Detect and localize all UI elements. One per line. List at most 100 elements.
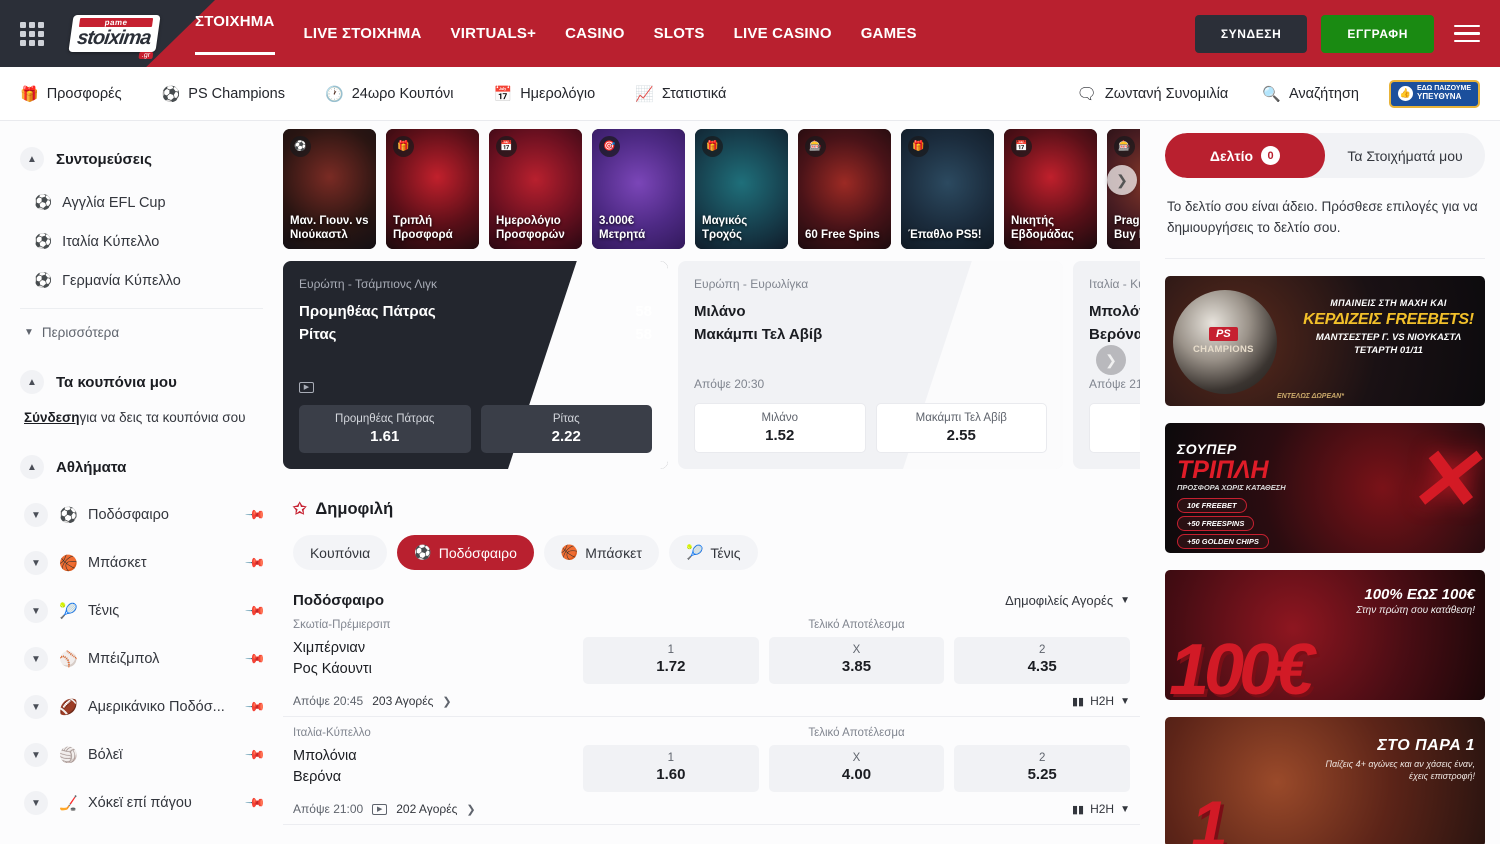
match-card-0[interactable]: Ευρώπη - Τσάμπιονς ΛιγκΠρομηθέας Πάτρας5…: [283, 261, 668, 469]
sports-section-header[interactable]: ▲ Αθλήματα: [20, 455, 263, 479]
sport-item-5[interactable]: ▼🏐Βόλεϊ📌: [20, 731, 263, 779]
search-button[interactable]: 🔍 Αναζήτηση: [1262, 85, 1359, 103]
promo-badge-icon: 📅: [1011, 136, 1032, 157]
subnav-icon: ⚽: [162, 85, 181, 103]
chevron-down-icon[interactable]: ▼: [24, 695, 48, 719]
pin-icon[interactable]: 📌: [244, 504, 267, 527]
odd-value: 4.35: [958, 658, 1126, 675]
promo-card-7[interactable]: 📅Νικητής Εβδομάδας: [1004, 129, 1097, 249]
nav-item-3[interactable]: CASINO: [565, 25, 625, 42]
bet-row[interactable]: Ιταλία-ΚύπελλοΜπολόνιαΒερόναΤελικό Αποτέ…: [283, 717, 1140, 825]
sport-item-0[interactable]: ▼⚽Ποδόσφαιρο📌: [20, 491, 263, 539]
sports-list: ▼⚽Ποδόσφαιρο📌▼🏀Μπάσκετ📌▼🎾Τένις📌▼⚾Μπέιζμπ…: [20, 491, 263, 827]
promo-card-2[interactable]: 📅Ημερολόγιο Προσφορών: [489, 129, 582, 249]
promo-card-6[interactable]: 🎁Έπαθλο PS5!: [901, 129, 994, 249]
match-card-1[interactable]: Ευρώπη - ΕυρωλίγκαΜιλάνοΜακάμπι Τελ Αβίβ…: [678, 261, 1063, 469]
sport-item-1[interactable]: ▼🏀Μπάσκετ📌: [20, 539, 263, 587]
pin-icon[interactable]: 📌: [244, 744, 267, 767]
sport-item-4[interactable]: ▼🏈Αμερικάνικο Ποδόσ...📌: [20, 683, 263, 731]
shortcuts-more-button[interactable]: ▼ Περισσότερα: [20, 317, 263, 348]
chevron-down-icon[interactable]: ▼: [24, 791, 48, 815]
row-markets-link[interactable]: Απόψε 20:45203 Αγορές❯: [293, 694, 452, 708]
tv-stream-icon[interactable]: ▶: [299, 382, 314, 393]
subnav-item-0[interactable]: 🎁Προσφορές: [20, 85, 122, 103]
subnav-item-2[interactable]: 🕐24ωρο Κουπόνι: [325, 85, 454, 103]
sport-item-3[interactable]: ▼⚾Μπέιζμπολ📌: [20, 635, 263, 683]
chevron-down-icon[interactable]: ▼: [24, 647, 48, 671]
odd-cell[interactable]: X3.85: [769, 637, 945, 684]
site-logo[interactable]: pame stoixima .gr: [62, 10, 167, 58]
match-odd-button[interactable]: Μακάμπι Τελ Αβίβ2.55: [876, 403, 1048, 453]
bet-row[interactable]: Σκωτία-ΠρέμιερσιπΧιμπέρνιανΡος ΚάουντιΤε…: [283, 609, 1140, 717]
tv-stream-icon[interactable]: ▶: [372, 804, 387, 815]
login-button[interactable]: ΣΥΝΔΕΣΗ: [1195, 15, 1308, 53]
popular-tab-0[interactable]: Κουπόνια: [293, 535, 387, 570]
pin-icon[interactable]: 📌: [244, 696, 267, 719]
promo-badge-icon: 🎁: [908, 136, 929, 157]
nav-item-0[interactable]: ΣΤΟΙΧΗΜΑ: [195, 13, 275, 55]
popular-tab-3[interactable]: 🎾Τένις: [669, 535, 758, 570]
shortcut-item-0[interactable]: ⚽Αγγλία EFL Cup: [20, 183, 263, 222]
chevron-down-icon[interactable]: ▼: [24, 551, 48, 575]
chevron-down-icon[interactable]: ▼: [24, 743, 48, 767]
match-next-button[interactable]: ❯: [1096, 345, 1126, 375]
nav-item-2[interactable]: VIRTUALS+: [451, 25, 537, 42]
pin-icon[interactable]: 📌: [244, 600, 267, 623]
promo-card-0[interactable]: ⚽Μαν. Γιουν. vs Νιούκαστλ: [283, 129, 376, 249]
nav-item-1[interactable]: LIVE ΣΤΟΙΧΗΜΑ: [304, 25, 422, 42]
hamburger-menu-icon[interactable]: [1454, 20, 1480, 48]
odd-cell[interactable]: X4.00: [769, 745, 945, 792]
row-h2h-button[interactable]: ▮▮H2H▼: [1072, 802, 1130, 816]
chevron-down-icon[interactable]: ▼: [24, 599, 48, 623]
row-markets-link[interactable]: Απόψε 21:00▶202 Αγορές❯: [293, 802, 476, 816]
promo-card-3[interactable]: 🎯3.000€ Μετρητά: [592, 129, 685, 249]
odd-cell[interactable]: 11.72: [583, 637, 759, 684]
ad-banner-0[interactable]: PSCHAMPIONSΜΠΑΙΝΕΙΣ ΣΤΗ ΜΑΧΗ ΚΑΙΚΕΡΔΙΖΕΙ…: [1165, 276, 1485, 406]
promo-card-1[interactable]: 🎁Τριπλή Προσφορά: [386, 129, 479, 249]
my-coupons-title: Τα κουπόνια μου: [56, 374, 177, 391]
match-odd-button[interactable]: Μιλάνο1.52: [694, 403, 866, 453]
popular-tab-1[interactable]: ⚽Ποδόσφαιρο: [397, 535, 534, 570]
live-chat-button[interactable]: 🗨 Ζωντανή Συνομιλία: [1077, 84, 1229, 104]
pin-icon[interactable]: 📌: [244, 792, 267, 815]
match-odd-button[interactable]: Προμηθέας Πάτρας1.61: [299, 405, 471, 453]
tab-mybets[interactable]: Τα Στοιχήματά μου: [1325, 133, 1485, 178]
odd-cell[interactable]: 11.60: [583, 745, 759, 792]
match-odd-button[interactable]: Ρίτας2.22: [481, 405, 653, 453]
shortcut-item-1[interactable]: ⚽Ιταλία Κύπελλο: [20, 222, 263, 261]
tab-betslip[interactable]: Δελτίο 0: [1165, 133, 1325, 178]
sport-item-6[interactable]: ▼🏒Χόκεϊ επί πάγου📌: [20, 779, 263, 827]
popular-tab-2[interactable]: 🏀Μπάσκετ: [544, 535, 659, 570]
nav-item-5[interactable]: LIVE CASINO: [734, 25, 832, 42]
ad-banner-3[interactable]: 1ΣΤΟ ΠΑΡΑ 1Παίζεις 4+ αγώνες και αν χάσε…: [1165, 717, 1485, 844]
sport-item-2[interactable]: ▼🎾Τένις📌: [20, 587, 263, 635]
apps-grid-icon[interactable]: [20, 22, 44, 46]
nav-item-4[interactable]: SLOTS: [654, 25, 705, 42]
odd-cell[interactable]: 25.25: [954, 745, 1130, 792]
coupons-login-rest: για να δεις τα κουπόνια σου: [80, 410, 246, 425]
ad-banner-2[interactable]: 100€100% ΕΩΣ 100€Στην πρώτη σου κατάθεση…: [1165, 570, 1485, 700]
odd-cell[interactable]: 24.35: [954, 637, 1130, 684]
signup-button[interactable]: ΕΓΓΡΑΦΗ: [1321, 15, 1434, 53]
shortcuts-section-header[interactable]: ▲ Συντομεύσεις: [20, 147, 263, 171]
pin-icon[interactable]: 📌: [244, 648, 267, 671]
shortcut-item-2[interactable]: ⚽Γερμανία Κύπελλο: [20, 261, 263, 300]
promo-card-4[interactable]: 🎁Μαγικός Τροχός: [695, 129, 788, 249]
subnav-item-4[interactable]: 📈Στατιστικά: [635, 85, 726, 103]
markets-filter-dropdown[interactable]: Δημοφιλείς Αγορές ▼: [1005, 593, 1130, 608]
row-h2h-button[interactable]: ▮▮H2H▼: [1072, 694, 1130, 708]
logo-pame-text: pame: [79, 18, 153, 27]
nav-item-6[interactable]: GAMES: [861, 25, 917, 42]
ad-banner-1[interactable]: ✕ΣΟΥΠΕΡΤΡΙΠΛΗΠΡΟΣΦΟΡΑ ΧΩΡΙΣ ΚΑΤΑΘΕΣΗ10€ …: [1165, 423, 1485, 553]
sport-icon: 🏀: [59, 554, 77, 572]
subnav-item-3[interactable]: 📅Ημερολόγιο: [494, 85, 596, 103]
match-odd-button[interactable]: 11.60: [1089, 403, 1140, 453]
pin-icon[interactable]: 📌: [244, 552, 267, 575]
chevron-down-icon[interactable]: ▼: [24, 503, 48, 527]
promo-next-button[interactable]: ❯: [1107, 165, 1137, 195]
my-coupons-section-header[interactable]: ▲ Τα κουπόνια μου: [20, 370, 263, 394]
coupons-login-link[interactable]: Σύνδεση: [24, 410, 80, 425]
subnav-item-1[interactable]: ⚽PS Champions: [162, 85, 285, 103]
responsible-gaming-badge[interactable]: 👍 ΕΔΩ ΠΑΙΖΟΥΜΕ ΥΠΕΥΘΥΝΑ: [1389, 80, 1480, 108]
promo-card-5[interactable]: 🎰60 Free Spins: [798, 129, 891, 249]
